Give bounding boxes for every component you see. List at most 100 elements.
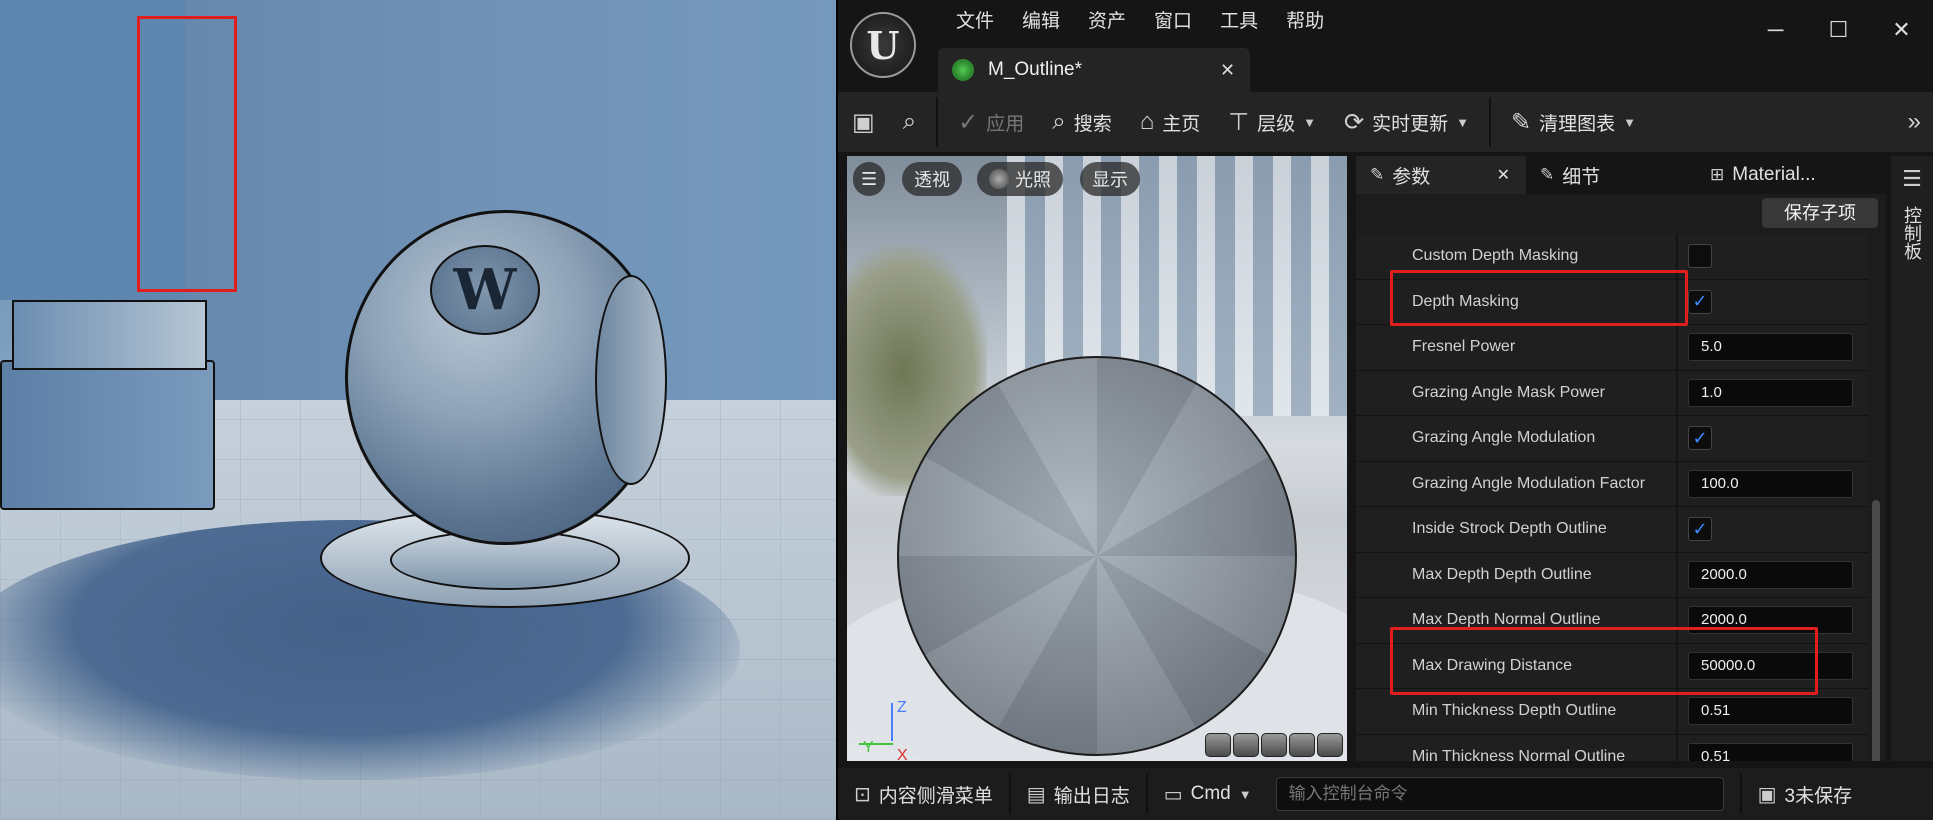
parameter-row: Min Thickness Normal Outline 0.51 xyxy=(1356,734,1868,761)
parameter-label: Grazing Angle Modulation Factor xyxy=(1412,474,1646,492)
terminal-icon: ▭ xyxy=(1163,783,1183,806)
close-window-button[interactable]: ✕ xyxy=(1870,10,1933,50)
menu-edit[interactable]: 编辑 xyxy=(1008,8,1074,36)
document-tab[interactable]: M_Outline* ✕ xyxy=(938,48,1250,92)
tab-close-button[interactable]: ✕ xyxy=(1220,60,1250,81)
apply-label: 应用 xyxy=(986,113,1025,135)
lighting-button[interactable]: 光照 xyxy=(977,162,1063,196)
home-icon: ⌂ xyxy=(1139,108,1155,135)
unsaved-label: 3未保存 xyxy=(1784,785,1853,807)
scene-viewport[interactable]: W xyxy=(0,0,836,820)
toolbar-divider xyxy=(1489,97,1492,147)
cube-shape-button[interactable] xyxy=(1289,733,1315,757)
tab-parameters[interactable]: ✎ 参数 ✕ xyxy=(1356,156,1526,194)
parameter-value-cell: 100.0 xyxy=(1678,469,1868,498)
pencil-icon: ✎ xyxy=(1370,165,1385,184)
menu-asset[interactable]: 资产 xyxy=(1074,8,1140,36)
unsaved-button[interactable]: ▣ 3未保存 xyxy=(1742,768,1868,820)
menu-bar: 文件 编辑 资产 窗口 工具 帮助 xyxy=(942,8,1338,36)
parameter-label: Max Depth Depth Outline xyxy=(1412,565,1592,583)
axis-z-line xyxy=(891,703,893,741)
material-preview-viewport[interactable]: ☰ 透视 光照 显示 Z Y X xyxy=(847,156,1347,761)
parameter-label: Grazing Angle Modulation xyxy=(1412,429,1596,447)
parameter-checkbox[interactable] xyxy=(1688,244,1712,269)
axis-x-label: X xyxy=(897,747,908,761)
browse-icon: ⌕ xyxy=(902,108,917,135)
parameter-label: Min Thickness Normal Outline xyxy=(1412,747,1626,761)
console-input[interactable]: 输入控制台命令 xyxy=(1275,777,1724,811)
menu-window[interactable]: 窗口 xyxy=(1140,8,1206,36)
tab-details-label: 细节 xyxy=(1562,166,1601,188)
plane-shape-button[interactable] xyxy=(1261,733,1287,757)
parameter-row: Inside Strock Depth Outline ✓ xyxy=(1356,507,1868,553)
output-log-button[interactable]: ▤ 输出日志 xyxy=(1011,768,1146,820)
search-button[interactable]: ⌕ 搜索 xyxy=(1038,92,1125,152)
cmd-label: Cmd xyxy=(1190,783,1231,804)
save-icon: ▣ xyxy=(852,108,875,136)
parameter-checkbox[interactable]: ✓ xyxy=(1688,517,1712,542)
toolbar-overflow-button[interactable]: » xyxy=(1894,92,1933,152)
scene-cube xyxy=(0,360,215,510)
parameter-number-input[interactable]: 0.51 xyxy=(1688,742,1853,761)
parameter-number-input[interactable]: 100.0 xyxy=(1688,469,1853,498)
parameter-value-cell: 0.51 xyxy=(1678,742,1868,761)
content-drawer-button[interactable]: ⊡ 内容侧滑菜单 xyxy=(838,768,1009,820)
chevron-down-icon: ▼ xyxy=(1623,114,1637,130)
content-drawer-label: 内容侧滑菜单 xyxy=(878,785,993,807)
tab-material[interactable]: ⊞ Material... xyxy=(1696,156,1816,194)
hierarchy-icon: ⊤ xyxy=(1228,108,1250,136)
scene-cube-top xyxy=(12,300,207,370)
viewport-menu-button[interactable]: ☰ xyxy=(853,162,886,196)
parameter-value-cell: 5.0 xyxy=(1678,333,1868,362)
live-update-button[interactable]: ⟳ 实时更新 ▼ xyxy=(1330,92,1483,152)
brush-icon: ✎ xyxy=(1511,108,1532,136)
lighting-label: 光照 xyxy=(1015,170,1051,190)
parameter-number-input[interactable]: 0.51 xyxy=(1688,697,1853,726)
live-update-label: 实时更新 xyxy=(1372,113,1449,135)
parameter-checkbox[interactable]: ✓ xyxy=(1688,289,1712,314)
tab-parameters-close-button[interactable]: ✕ xyxy=(1497,165,1510,185)
perspective-button[interactable]: 透视 xyxy=(902,162,962,196)
parameter-value-cell: ✓ xyxy=(1678,426,1868,451)
browse-button[interactable]: ⌕ xyxy=(889,92,930,152)
parameter-number-input[interactable]: 5.0 xyxy=(1688,333,1853,362)
parameter-number-input[interactable]: 2000.0 xyxy=(1688,560,1853,589)
home-button[interactable]: ⌂ 主页 xyxy=(1126,92,1215,152)
window-controls: ─ ☐ ✕ xyxy=(1744,10,1933,50)
palette-side-tab[interactable]: ☰ 控制板 xyxy=(1891,156,1933,761)
parameter-label: Fresnel Power xyxy=(1412,338,1516,356)
live-update-icon: ⟳ xyxy=(1344,108,1365,136)
log-icon: ▤ xyxy=(1026,783,1046,806)
clean-graph-button[interactable]: ✎ 清理图表 ▼ xyxy=(1497,92,1650,152)
hamburger-icon: ☰ xyxy=(861,168,878,189)
save-icon: ▣ xyxy=(1757,783,1777,806)
menu-tools[interactable]: 工具 xyxy=(1206,8,1272,36)
cylinder-shape-button[interactable] xyxy=(1205,733,1231,757)
parameter-value-cell: 1.0 xyxy=(1678,378,1868,407)
parameter-row: Grazing Angle Modulation Factor 100.0 xyxy=(1356,461,1868,507)
cmd-dropdown[interactable]: ▭ Cmd ▼ xyxy=(1148,768,1268,820)
parameter-label: Custom Depth Masking xyxy=(1412,247,1579,265)
parameter-checkbox[interactable]: ✓ xyxy=(1688,426,1712,451)
hierarchy-button[interactable]: ⊤ 层级 ▼ xyxy=(1214,92,1330,152)
parameters-scrollbar[interactable] xyxy=(1872,500,1880,761)
save-button[interactable]: ▣ xyxy=(838,92,889,152)
menu-file[interactable]: 文件 xyxy=(942,8,1008,36)
sphere-shape-button[interactable] xyxy=(1233,733,1259,757)
show-button[interactable]: 显示 xyxy=(1080,162,1140,196)
save-child-button[interactable]: 保存子项 xyxy=(1762,198,1878,228)
maximize-button[interactable]: ☐ xyxy=(1807,10,1870,50)
parameter-label: Inside Strock Depth Outline xyxy=(1412,520,1607,538)
parameter-value-cell: ✓ xyxy=(1678,517,1868,542)
mesh-shape-button[interactable] xyxy=(1317,733,1343,757)
minimize-button[interactable]: ─ xyxy=(1744,10,1807,50)
parameter-number-input[interactable]: 1.0 xyxy=(1688,378,1853,407)
preview-shape-buttons xyxy=(1205,733,1343,757)
tab-details[interactable]: ✎ 细节 xyxy=(1526,156,1696,194)
menu-help[interactable]: 帮助 xyxy=(1272,8,1338,36)
palette-icon: ☰ xyxy=(1902,166,1922,191)
search-icon: ⌕ xyxy=(1052,108,1066,135)
apply-button[interactable]: ✓ 应用 xyxy=(944,92,1038,152)
tab-material-label: Material... xyxy=(1732,164,1816,185)
unreal-logo-icon[interactable]: U xyxy=(850,12,916,78)
